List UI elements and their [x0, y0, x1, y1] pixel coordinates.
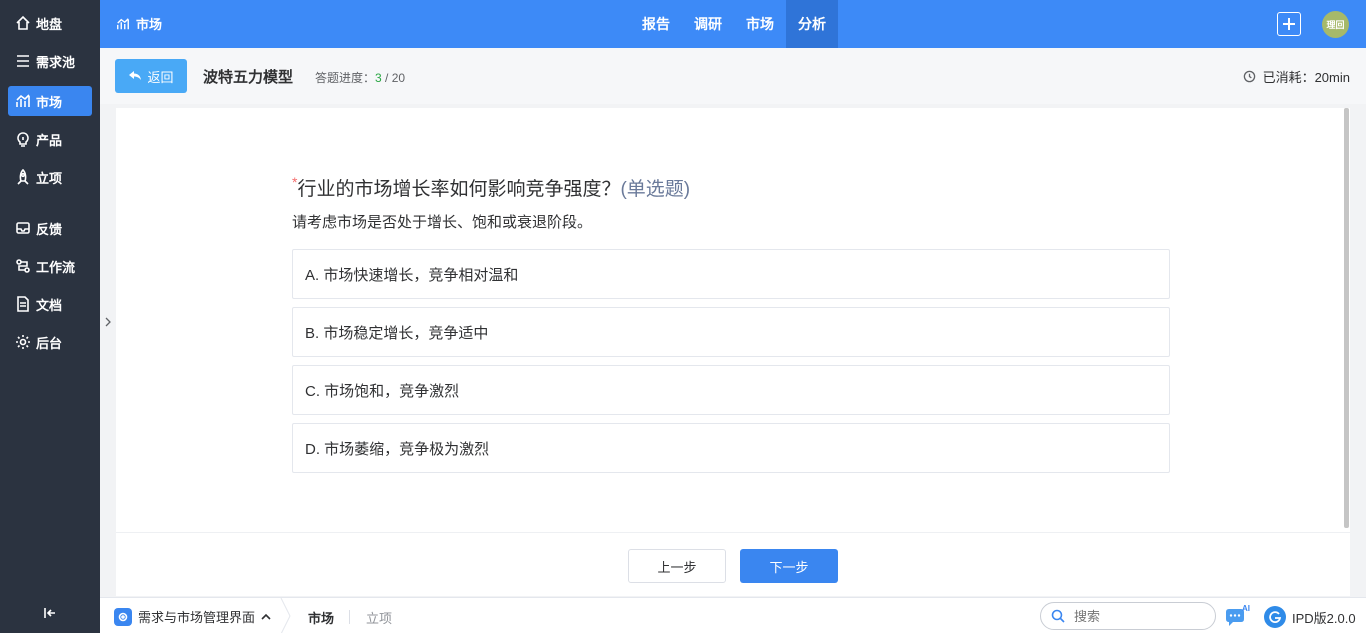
gear-icon: [15, 334, 31, 350]
rocket-icon: [15, 169, 31, 185]
option-b[interactable]: B. 市场稳定增长，竞争适中: [292, 307, 1170, 357]
nav-report[interactable]: 报告: [630, 0, 682, 48]
option-d[interactable]: D. 市场萎缩，竞争极为激烈: [292, 423, 1170, 473]
question-card: *行业的市场增长率如何影响竞争强度？(单选题) 请考虑市场是否处于增长、饱和或衰…: [116, 108, 1350, 532]
question-text: 行业的市场增长率如何影响竞争强度？: [297, 179, 621, 200]
collapse-sidebar-icon[interactable]: [42, 605, 58, 621]
sidebar: 地盘 需求池 市场 产品 立项 反馈 工作流 文档 后台: [0, 0, 100, 633]
sidebar-item-demand-pool[interactable]: 需求池: [8, 46, 92, 76]
sidebar-item-label: 后台: [36, 335, 63, 351]
search-input[interactable]: [1074, 608, 1194, 624]
workflow-icon: [15, 258, 31, 274]
prev-step-button[interactable]: 上一步: [628, 549, 726, 583]
nav-analysis[interactable]: 分析: [786, 0, 838, 48]
bottom-bar: 需求与市场管理界面 市场 立项 AI IPD版2.0.0: [100, 597, 1366, 633]
sidebar-item-label: 文档: [36, 297, 63, 313]
option-a[interactable]: A. 市场快速增长，竞争相对温和: [292, 249, 1170, 299]
bottom-tab-project[interactable]: 立项: [366, 608, 392, 627]
sidebar-item-market[interactable]: 市场: [8, 86, 92, 116]
module-crumb: 市场: [116, 14, 162, 33]
tab-divider: [349, 610, 350, 624]
plus-icon: [1283, 18, 1295, 30]
sidebar-item-label: 立项: [36, 170, 63, 186]
add-button[interactable]: [1277, 12, 1301, 36]
version-label: IPD版2.0.0: [1292, 610, 1356, 626]
sidebar-item-label: 地盘: [36, 16, 63, 32]
app-switcher[interactable]: 需求与市场管理界面: [114, 607, 271, 626]
question-title: *行业的市场增长率如何影响竞争强度？(单选题): [292, 174, 690, 201]
clock-icon: [1243, 70, 1255, 83]
chart-icon: [15, 93, 31, 109]
sidebar-item-label: 工作流: [36, 259, 76, 275]
sidebar-item-home[interactable]: 地盘: [8, 8, 92, 38]
version-info: IPD版2.0.0: [1264, 606, 1356, 628]
sidebar-item-label: 产品: [36, 132, 63, 148]
question-description: 请考虑市场是否处于增长、饱和或衰退阶段。: [292, 214, 593, 231]
sidebar-item-product[interactable]: 产品: [8, 124, 92, 154]
step-footer: 上一步 下一步: [116, 532, 1350, 596]
expand-panel-icon[interactable]: [102, 314, 114, 330]
sidebar-item-label: 市场: [36, 94, 63, 110]
bulb-icon: [15, 131, 31, 147]
breadcrumb-separator: [280, 597, 292, 633]
top-nav: 报告 调研 市场 分析: [630, 0, 838, 48]
sidebar-item-docs[interactable]: 文档: [8, 289, 92, 319]
progress-current: 3: [375, 71, 382, 85]
search-icon: [1051, 609, 1065, 623]
search-box[interactable]: [1040, 602, 1216, 630]
app-icon: [114, 607, 132, 626]
chevron-up-icon: [261, 613, 271, 620]
sidebar-item-feedback[interactable]: 反馈: [8, 213, 92, 243]
sidebar-item-label: 需求池: [36, 54, 76, 70]
sidebar-item-project[interactable]: 立项: [8, 162, 92, 192]
back-button-label: 返回: [147, 69, 174, 85]
next-step-button[interactable]: 下一步: [740, 549, 838, 583]
elapsed-label: 已消耗：20min: [1262, 70, 1350, 85]
bottom-tab-market[interactable]: 市场: [308, 608, 334, 627]
option-c[interactable]: C. 市场饱和，竞争激烈: [292, 365, 1170, 415]
page-header: 返回 波特五力模型 答题进度：3 / 20 已消耗：20min: [100, 48, 1366, 104]
ai-assistant-button[interactable]: AI: [1224, 604, 1252, 628]
inbox-icon: [15, 220, 31, 236]
progress-total: / 20: [381, 71, 406, 85]
scrollbar-thumb[interactable]: [1344, 108, 1349, 528]
answer-progress: 答题进度：3 / 20: [315, 69, 405, 86]
nav-market[interactable]: 市场: [734, 0, 786, 48]
question-type: (单选题): [620, 179, 691, 200]
progress-label: 答题进度：: [315, 71, 376, 85]
elapsed-time: 已消耗：20min: [1243, 67, 1350, 86]
chart-icon: [117, 17, 129, 29]
sidebar-item-admin[interactable]: 后台: [8, 327, 92, 357]
sidebar-item-workflow[interactable]: 工作流: [8, 251, 92, 281]
nav-research[interactable]: 调研: [682, 0, 734, 48]
sidebar-item-label: 反馈: [36, 221, 63, 237]
page-title: 波特五力模型: [203, 69, 294, 86]
ai-chat-icon: AI: [1226, 604, 1250, 626]
list-icon: [15, 53, 31, 69]
top-bar: 市场 报告 调研 市场 分析 理回: [100, 0, 1366, 48]
module-crumb-label: 市场: [136, 17, 163, 32]
app-name: 需求与市场管理界面: [138, 610, 256, 625]
back-button[interactable]: 返回: [115, 59, 187, 93]
document-icon: [15, 296, 31, 312]
ai-label: AI: [1242, 604, 1250, 613]
home-icon: [15, 15, 31, 31]
ipd-logo-icon: [1264, 606, 1286, 628]
avatar[interactable]: 理回: [1322, 11, 1349, 38]
back-arrow-icon: [129, 71, 142, 80]
